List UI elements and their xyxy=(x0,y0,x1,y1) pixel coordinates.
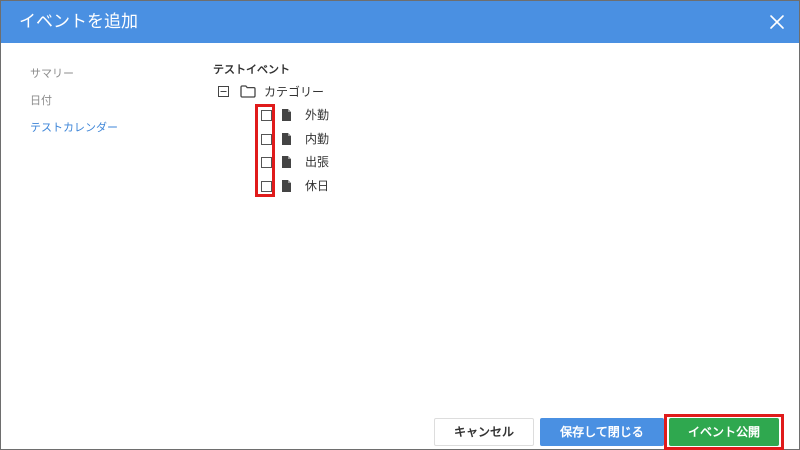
collapse-icon[interactable] xyxy=(218,86,229,97)
checkbox-holiday[interactable] xyxy=(261,181,272,192)
sidebar-item-summary[interactable]: サマリー xyxy=(30,67,180,81)
folder-icon xyxy=(240,85,256,98)
file-icon xyxy=(282,133,291,145)
tree-title: テストイベント xyxy=(213,63,290,76)
file-icon xyxy=(282,180,291,192)
tree-item-outside-work: 外勤 xyxy=(260,108,380,124)
publish-event-button[interactable]: イベント公開 xyxy=(669,418,779,446)
dialog-header: イベントを追加 xyxy=(1,1,799,43)
category-tree: テストイベント カテゴリー 外勤 内勤 出張 休日 xyxy=(213,63,329,193)
tree-item-label[interactable]: 外勤 xyxy=(305,108,329,122)
tree-item-holiday: 休日 xyxy=(260,179,380,195)
tree-item-business-trip: 出張 xyxy=(260,155,380,171)
sidebar-item-test-calendar[interactable]: テストカレンダー xyxy=(30,121,180,135)
tree-item-inside-work: 内勤 xyxy=(260,132,380,148)
save-and-close-button[interactable]: 保存して閉じる xyxy=(540,418,664,446)
tree-item-label[interactable]: 出張 xyxy=(305,155,329,169)
tree-root-category: カテゴリー xyxy=(218,84,418,100)
close-icon[interactable] xyxy=(767,12,787,32)
sidebar-nav: サマリー 日付 テストカレンダー xyxy=(30,67,180,148)
dialog-title: イベントを追加 xyxy=(19,12,138,32)
file-icon xyxy=(282,156,291,168)
checkbox-outside-work[interactable] xyxy=(261,110,272,121)
cancel-button[interactable]: キャンセル xyxy=(434,418,534,446)
sidebar-item-date[interactable]: 日付 xyxy=(30,94,180,108)
checkbox-inside-work[interactable] xyxy=(261,134,272,145)
tree-item-label[interactable]: 休日 xyxy=(305,179,329,193)
file-icon xyxy=(282,109,291,121)
checkbox-business-trip[interactable] xyxy=(261,157,272,168)
category-label[interactable]: カテゴリー xyxy=(264,85,324,99)
tree-item-label[interactable]: 内勤 xyxy=(305,132,329,146)
